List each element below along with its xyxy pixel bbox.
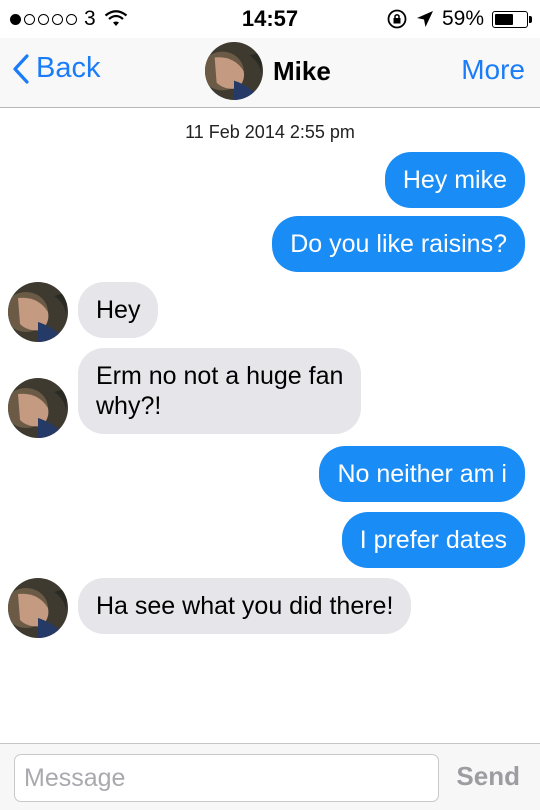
location-arrow-icon [416,11,433,27]
message-timestamp: 11 Feb 2014 2:55 pm [185,122,355,142]
battery-percent: 59% [441,7,484,30]
contact-name: Mike [273,55,331,86]
outgoing-message-bubble[interactable]: Hey mike [384,152,525,208]
sender-avatar [8,378,68,438]
message-input[interactable] [14,754,439,802]
outgoing-message-bubble[interactable]: I prefer dates [341,512,525,568]
outgoing-message-bubble[interactable]: No neither am i [319,446,525,502]
message-line: why?! [96,392,162,420]
nav-bar: Back Mike More [0,38,540,108]
incoming-message-bubble[interactable]: Hey [78,282,159,338]
contact-header[interactable]: Mike [205,42,331,100]
send-button[interactable]: Send [456,761,520,792]
incoming-message-bubble[interactable]: Ha see what you did there! [78,578,412,634]
rotation-lock-icon [387,9,407,29]
outgoing-message-bubble[interactable]: Do you like raisins? [272,216,525,272]
sender-avatar [8,282,68,342]
sender-avatar [8,578,68,638]
chevron-left-icon [13,53,29,84]
incoming-message-bubble[interactable]: Erm no not a huge fan why?! [78,348,362,434]
more-button[interactable]: More [461,54,525,86]
back-button[interactable]: Back [12,52,100,85]
contact-avatar[interactable] [205,42,263,100]
status-bar: 3 14:57 59% [0,0,540,38]
battery-icon [492,10,532,28]
message-line: Erm no not a huge fan [96,362,344,390]
status-right: 59% [386,7,532,31]
message-composer: Send [0,743,540,810]
back-label: Back [36,52,101,84]
